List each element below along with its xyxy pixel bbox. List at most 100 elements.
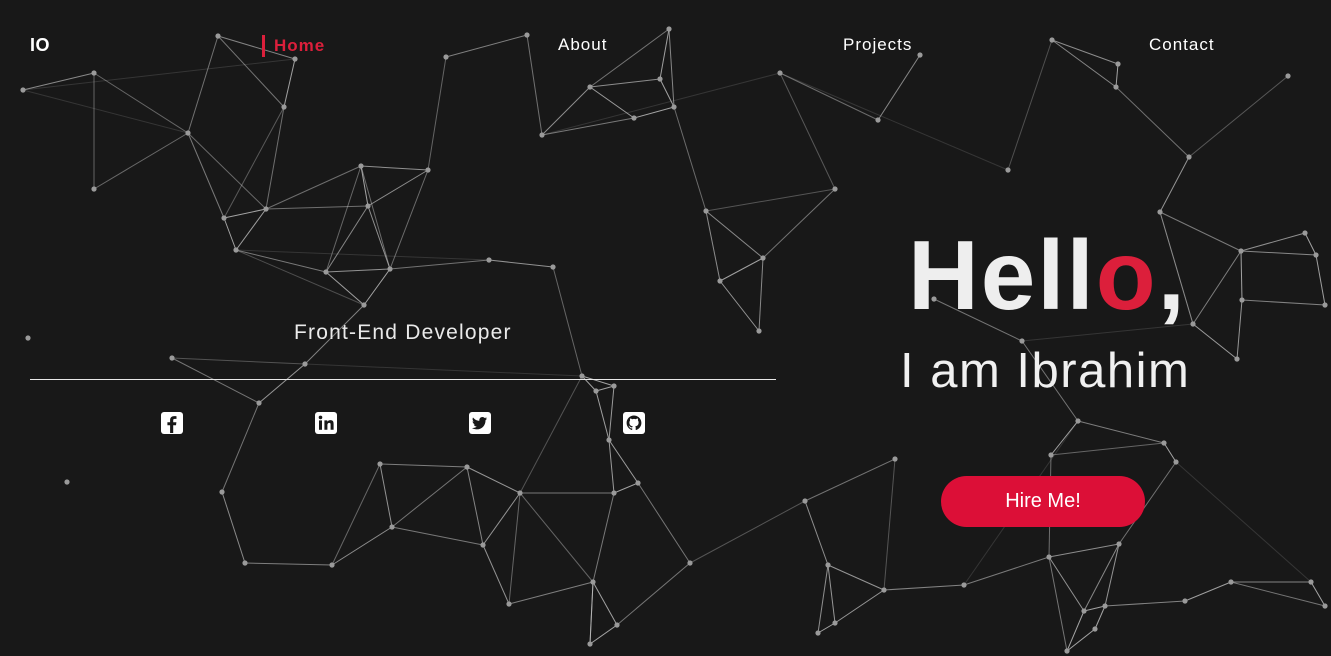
network-node [881,587,887,593]
network-edge [187,35,219,134]
network-edge [877,54,921,121]
network-edge [817,564,829,634]
network-edge [817,622,836,634]
nav-home-link[interactable]: Home [262,35,325,57]
network-edge [235,208,267,251]
hello-heading-comma: , [1157,220,1187,330]
network-node [1049,37,1055,43]
network-edge [445,34,528,58]
network-node [358,163,364,169]
network-node [256,400,262,406]
hello-heading-main: Hell [908,220,1096,330]
network-edge [719,280,760,332]
network-node [539,132,545,138]
network-node [1308,579,1314,585]
network-edge [1050,442,1165,456]
network-edge [519,492,594,583]
network-node [1005,167,1011,173]
network-node [1228,579,1234,585]
network-edge [508,492,521,605]
network-node [611,490,617,496]
network-edge [1048,543,1120,558]
network-edge [360,165,391,270]
network-node [635,480,641,486]
facebook-icon[interactable] [161,412,183,434]
network-edge [705,210,721,282]
network-node [1322,603,1328,609]
network-node [777,70,783,76]
network-node [666,26,672,32]
nav-about-link[interactable]: About [558,35,607,55]
network-node [361,302,367,308]
network-edge [258,363,306,404]
linkedin-icon[interactable] [315,412,337,434]
network-node [1081,608,1087,614]
network-edge [637,482,691,564]
network-node [550,264,556,270]
network-edge [883,584,965,591]
hire-me-button[interactable]: Hire Me! [941,476,1145,527]
network-edge [1007,39,1053,171]
network-edge [427,56,447,171]
network-edge [265,165,362,210]
network-edge [482,544,510,605]
twitter-icon[interactable] [469,412,491,434]
network-edge [673,106,707,212]
network-edge [1104,600,1186,607]
network-node [671,104,677,110]
network-edge [325,205,369,273]
site-logo[interactable]: IO [30,35,50,56]
network-edge [325,165,362,273]
network-edge [1304,232,1317,256]
network-edge [363,268,391,306]
network-edge [779,72,836,190]
network-node [64,479,70,485]
network-node [242,560,248,566]
network-node [292,56,298,62]
intro-name: I am Ibrahim [900,344,1191,398]
role-title: Front-End Developer [294,321,512,344]
network-edge [1083,543,1120,612]
network-node [1092,626,1098,632]
network-edge [758,257,764,332]
network-edge [325,271,365,306]
network-edge [827,564,836,624]
network-node [464,464,470,470]
network-edge [171,357,306,365]
network-node [169,355,175,361]
network-edge [589,581,594,645]
github-icon[interactable] [623,412,645,434]
network-edge [223,106,285,219]
network-edge [1188,75,1289,158]
network-node [802,498,808,504]
network-edge [1240,250,1317,256]
network-edge [360,165,429,171]
network-node [425,167,431,173]
network-edge [659,28,670,80]
network-edge [1236,299,1243,360]
divider [30,379,776,380]
network-node [579,373,585,379]
network-edge [93,72,189,134]
network-edge [608,385,615,441]
nav-projects-link[interactable]: Projects [843,35,912,55]
network-edge [93,132,189,190]
network-edge [171,357,260,404]
network-edge [244,562,333,566]
hero-section: IO Home About Projects Contact Front-End… [0,0,1331,656]
network-edge [1310,581,1326,607]
network-edge [613,482,639,494]
network-edge [1083,605,1106,612]
network-node [1313,252,1319,258]
network-node [1190,321,1196,327]
network-edge [689,500,806,564]
network-edge [608,439,639,484]
network-edge [883,458,896,591]
hello-heading-accent: o [1095,220,1158,330]
nav-contact-link[interactable]: Contact [1149,35,1215,55]
network-node [1322,302,1328,308]
network-edge [508,581,594,605]
network-edge [705,210,764,259]
network-node [717,278,723,284]
network-node [1285,73,1291,79]
